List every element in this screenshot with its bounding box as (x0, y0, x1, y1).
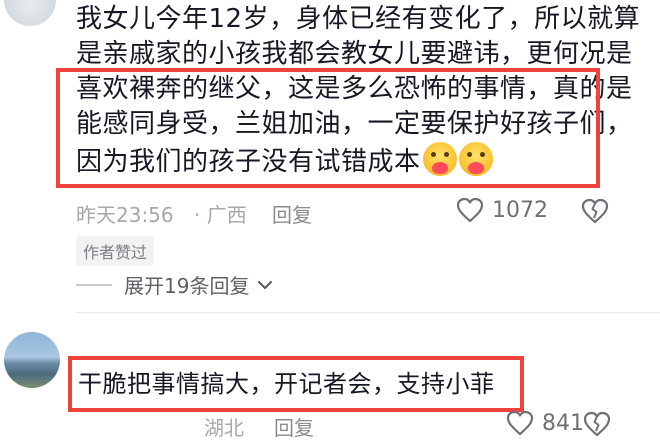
highlight-box (68, 356, 524, 412)
heart-outline-icon (456, 197, 484, 223)
like-count: 841 (542, 410, 584, 436)
avatar[interactable] (4, 332, 60, 388)
comment-meta: 昨天23:56 · 广西 回复 1072 (76, 197, 636, 229)
highlight-box (56, 68, 600, 188)
dislike-button[interactable] (583, 411, 611, 442)
comment-time: 昨天23:56 (76, 203, 174, 227)
avatar[interactable] (4, 0, 56, 26)
comment-line: 我女儿今年12岁，身体已经有变化了，所以就算 (76, 4, 641, 34)
comment-divider (76, 312, 660, 313)
reply-button[interactable]: 回复 (272, 199, 312, 228)
comment-location: · 广西 (194, 203, 247, 227)
comment-location: 湖北 (204, 416, 244, 440)
dislike-button[interactable] (581, 198, 609, 229)
author-liked-badge: 作者赞过 (76, 236, 155, 266)
like-button[interactable]: 1072 (456, 197, 548, 223)
like-button[interactable]: 841 (506, 410, 584, 436)
broken-heart-icon (583, 411, 611, 437)
heart-outline-icon (506, 410, 534, 436)
divider-dash (76, 283, 112, 286)
reply-button[interactable]: 回复 (274, 412, 314, 441)
comment-meta: 湖北 回复 841 (78, 410, 638, 442)
like-count: 1072 (492, 197, 548, 223)
broken-heart-icon (581, 198, 609, 224)
expand-replies-button[interactable]: 展开19条回复 (76, 270, 273, 299)
comment-line: 是亲戚家的小孩我都会教女儿要避讳，更何况是 (76, 39, 633, 69)
chevron-down-icon (258, 280, 273, 289)
expand-replies-label: 展开19条回复 (124, 274, 250, 298)
